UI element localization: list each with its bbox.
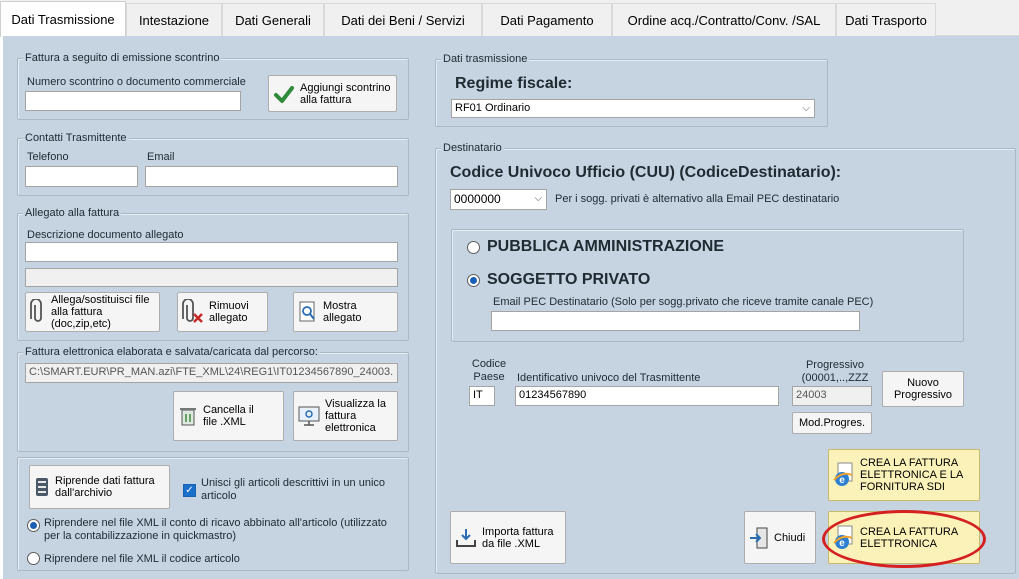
exit-door-icon	[749, 526, 769, 550]
id-trasmittente-input[interactable]: 01234567890	[515, 386, 779, 406]
email-label: Email	[147, 151, 175, 163]
cuu-select[interactable]: 0000000 ⌵	[450, 189, 547, 210]
nuovo-progressivo-label: Nuovo Progressivo	[893, 377, 953, 401]
importa-fattura-button[interactable]: Importa fattura da file .XML	[450, 511, 566, 564]
cuu-value: 0000000	[454, 192, 501, 206]
radio-pubblica-amministrazione[interactable]	[467, 241, 480, 254]
cuu-hint: Per i sogg. privati è alternativo alla E…	[555, 193, 840, 205]
chevron-down-icon: ⌵	[802, 103, 810, 114]
show-attachment-button[interactable]: Mostra allegato	[293, 292, 398, 332]
radio-conto-ricavo[interactable]	[27, 519, 40, 532]
destinatario-group-label: Destinatario	[441, 142, 504, 154]
view-invoice-button[interactable]: Visualizza la fattura elettronica	[293, 391, 398, 441]
pec-input[interactable]	[491, 311, 860, 331]
chevron-down-icon: ⌵	[534, 193, 542, 204]
allegato-group-label: Allegato alla fattura	[23, 207, 122, 219]
delete-xml-label: Cancella il file .XML	[203, 404, 254, 428]
tab-dati-trasporto[interactable]: Dati Trasporto	[836, 3, 936, 36]
allegato-desc-label: Descrizione documento allegato	[27, 229, 184, 241]
ie-document-icon: e	[833, 462, 855, 488]
add-scontrino-label: Aggiungi scontrino alla fattura	[300, 81, 391, 106]
show-attachment-label: Mostra allegato	[323, 300, 362, 324]
tab-intestazione[interactable]: Intestazione	[126, 3, 222, 36]
radio-codice-articolo[interactable]	[27, 552, 40, 565]
crea-fattura-sdi-label: CREA LA FATTURA ELETTRONICA E LA FORNITU…	[860, 457, 964, 493]
view-invoice-label: Visualizza la fattura elettronica	[325, 398, 386, 434]
checkmark-icon	[273, 83, 295, 105]
percorso-group-label: Fattura elettronica elaborata e salvata/…	[23, 346, 320, 358]
progressivo-field: 24003	[792, 386, 872, 406]
regime-fiscale-label: Regime fiscale:	[455, 75, 573, 92]
chiudi-button[interactable]: Chiudi	[744, 511, 816, 564]
tab-dati-trasmissione[interactable]: Dati Trasmissione	[0, 1, 126, 37]
mod-progressivo-button[interactable]: Mod.Progres.	[792, 412, 872, 434]
crea-fattura-sdi-button[interactable]: e CREA LA FATTURA ELETTRONICA E LA FORNI…	[828, 449, 980, 501]
radio-soggetto-privato[interactable]	[467, 274, 480, 287]
add-scontrino-button[interactable]: Aggiungi scontrino alla fattura	[268, 75, 397, 112]
allegato-file-field	[25, 268, 398, 287]
tab-bar: Dati Trasmissione Intestazione Dati Gene…	[0, 0, 1019, 37]
paperclip-icon	[30, 299, 46, 325]
id-trasmittente-label: Identificativo univoco del Trasmittente	[517, 372, 701, 384]
attach-file-button[interactable]: Allega/sostituisci file alla fattura (do…	[25, 292, 160, 332]
email-input[interactable]	[145, 166, 398, 187]
mod-progressivo-label: Mod.Progres.	[798, 417, 866, 429]
tab-dati-generali[interactable]: Dati Generali	[222, 3, 324, 36]
reload-archive-label: Riprende dati fattura dall'archivio	[55, 475, 155, 499]
importa-fattura-label: Importa fattura da file .XML	[482, 525, 554, 550]
xml-path-field: C:\SMART.EUR\PR_MAN.azi\FTE_XML\24\REG1\…	[25, 363, 398, 383]
radio-pubblica-amministrazione-label: PUBBLICA AMMINISTRAZIONE	[487, 238, 725, 255]
tab-dati-beni-servizi[interactable]: Dati dei Beni / Servizi	[324, 3, 482, 36]
regime-fiscale-value: RF01 Ordinario	[455, 102, 531, 114]
allegato-desc-input[interactable]	[25, 242, 398, 262]
contatti-group-label: Contatti Trasmittente	[23, 132, 129, 144]
scontrino-field-label: Numero scontrino o documento commerciale	[27, 76, 246, 88]
radio-soggetto-privato-label: SOGGETTO PRIVATO	[487, 271, 651, 288]
monitor-icon	[298, 405, 320, 427]
svg-text:e: e	[839, 475, 845, 486]
radio-conto-ricavo-label: Riprendere nel file XML il conto di rica…	[44, 517, 387, 542]
delete-xml-button[interactable]: Cancella il file .XML	[173, 391, 284, 441]
merge-articles-label: Unisci gli articoli descrittivi in un un…	[201, 477, 386, 502]
tab-ordine-acquisto[interactable]: Ordine acq./Contratto/Conv. /SAL	[612, 3, 836, 36]
codice-paese-label: Codice Paese	[471, 358, 507, 383]
merge-articles-checkbox[interactable]: ✓	[183, 484, 196, 497]
attach-file-label: Allega/sostituisci file alla fattura (do…	[51, 294, 150, 330]
tab-dati-pagamento[interactable]: Dati Pagamento	[482, 3, 612, 36]
chiudi-label: Chiudi	[774, 531, 806, 544]
highlight-annotation	[822, 510, 986, 568]
remove-attachment-icon	[182, 299, 204, 325]
remove-attachment-button[interactable]: Rimuovi allegato	[177, 292, 268, 332]
codice-paese-input[interactable]: IT	[469, 386, 495, 406]
pec-label: Email PEC Destinatario (Solo per sogg.pr…	[493, 296, 874, 308]
telefono-input[interactable]	[25, 166, 138, 187]
scontrino-group-label: Fattura a seguito di emissione scontrino	[23, 52, 222, 64]
progressivo-label: Progressivo (00001,..,ZZZ	[801, 359, 869, 384]
database-icon	[34, 476, 50, 498]
remove-attachment-label: Rimuovi allegato	[209, 300, 249, 324]
regime-fiscale-select[interactable]: RF01 Ordinario ⌵	[451, 99, 815, 118]
nuovo-progressivo-button[interactable]: Nuovo Progressivo	[882, 371, 964, 407]
trash-icon	[178, 405, 198, 427]
telefono-label: Telefono	[27, 151, 69, 163]
magnifier-document-icon	[298, 300, 318, 324]
reload-archive-button[interactable]: Riprende dati fattura dall'archivio	[29, 465, 170, 509]
download-tray-icon	[455, 527, 477, 549]
scontrino-input[interactable]	[25, 91, 241, 111]
trasmissione-group-label: Dati trasmissione	[441, 53, 530, 65]
cuu-label: Codice Univoco Ufficio (CUU) (CodiceDest…	[450, 164, 842, 181]
radio-codice-articolo-label: Riprendere nel file XML il codice artico…	[44, 553, 240, 565]
